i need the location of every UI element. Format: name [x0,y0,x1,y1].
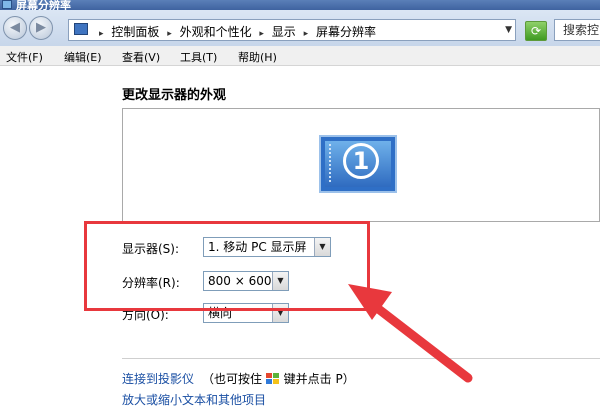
menu-help[interactable]: 帮助(H) [238,49,277,65]
chevron-down-icon[interactable]: ▼ [505,25,512,35]
control-panel-icon [74,23,88,35]
back-button[interactable]: ◀ [3,16,27,40]
monitor-screen: 1 [325,141,391,187]
forward-button[interactable]: ▶ [29,16,53,40]
windows-logo-icon [265,373,280,384]
address-row: ◀ ▶ ▸ 控制面板 ▸ 外观和个性化 ▸ 显示 ▸ 屏幕分辨率 ▼ ⟳ 搜索控 [0,10,600,46]
chevron-right-icon[interactable]: ▸ [99,29,104,39]
menu-edit[interactable]: 编辑(E) [64,49,102,65]
monitor-number: 1 [343,143,379,179]
display-icon [2,0,12,9]
page-title: 更改显示器的外观 [122,88,227,103]
chevron-right-icon[interactable]: ▸ [304,29,309,39]
address-bar[interactable]: ▸ 控制面板 ▸ 外观和个性化 ▸ 显示 ▸ 屏幕分辨率 ▼ [68,19,516,41]
breadcrumb-control-panel[interactable]: 控制面板 [111,25,159,39]
chevron-right-icon[interactable]: ▸ [259,29,264,39]
highlight-box [84,221,370,311]
breadcrumb-resolution[interactable]: 屏幕分辨率 [316,25,376,39]
breadcrumb-display[interactable]: 显示 [272,25,296,39]
menu-tools[interactable]: 工具(T) [180,49,217,65]
menu-file[interactable]: 文件(F) [6,49,43,65]
refresh-button[interactable]: ⟳ [525,21,547,41]
menu-view[interactable]: 查看(V) [122,49,160,65]
hint-prefix: （也可按住 [202,372,263,386]
breadcrumb-appearance[interactable]: 外观和个性化 [180,25,252,39]
connect-projector-link[interactable]: 连接到投影仪 [122,370,194,387]
hint-suffix: 键并点击 P） [283,372,355,386]
menu-bar: 文件(F) 编辑(E) 查看(V) 工具(T) 帮助(H) [0,46,600,66]
display-preview: 1 [122,108,600,222]
taskbar-icon [329,144,335,182]
window-title: 屏幕分辨率 [16,0,71,10]
projector-hint: （也可按住 键并点击 P） [202,370,355,387]
chevron-right-icon[interactable]: ▸ [167,29,172,39]
monitor-1[interactable]: 1 [319,135,397,193]
search-input[interactable]: 搜索控 [554,19,600,41]
breadcrumb: ▸ 控制面板 ▸ 外观和个性化 ▸ 显示 ▸ 屏幕分辨率 [95,23,376,40]
title-bar: 屏幕分辨率 [0,0,600,10]
divider [122,358,600,359]
